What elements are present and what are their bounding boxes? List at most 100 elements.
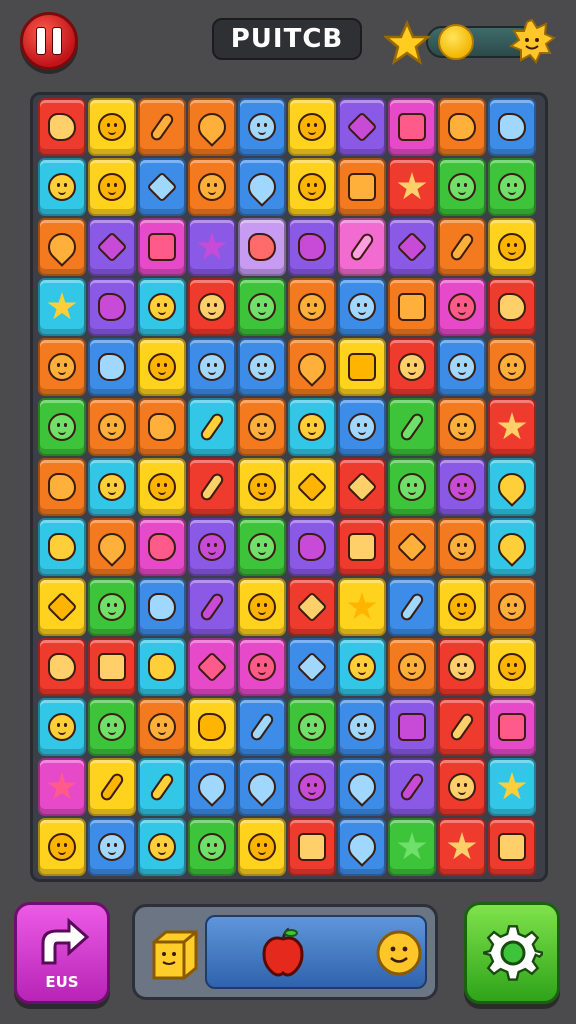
board-tile[interactable] xyxy=(488,158,536,216)
board-tile[interactable] xyxy=(188,818,236,876)
board-tile[interactable] xyxy=(488,818,536,876)
board-tile[interactable] xyxy=(338,758,386,816)
board-tile[interactable] xyxy=(138,398,186,456)
board-tile[interactable] xyxy=(238,578,286,636)
board-tile[interactable] xyxy=(438,338,486,396)
board-tile[interactable] xyxy=(188,638,236,696)
board-tile[interactable] xyxy=(288,398,336,456)
board-tile[interactable] xyxy=(188,398,236,456)
board-tile[interactable] xyxy=(188,458,236,516)
board-tile[interactable] xyxy=(488,278,536,336)
board-tile[interactable] xyxy=(38,518,86,576)
tray-slot-3[interactable] xyxy=(369,923,429,983)
board-tile[interactable] xyxy=(238,158,286,216)
board-tile[interactable] xyxy=(138,518,186,576)
board-tile[interactable] xyxy=(238,278,286,336)
board-tile[interactable] xyxy=(288,338,336,396)
board-tile[interactable] xyxy=(438,698,486,756)
board-tile[interactable] xyxy=(38,278,86,336)
board-tile[interactable] xyxy=(188,278,236,336)
board-tile[interactable] xyxy=(438,818,486,876)
board-tile[interactable] xyxy=(288,278,336,336)
board-tile[interactable] xyxy=(38,758,86,816)
board-tile[interactable] xyxy=(488,578,536,636)
board-tile[interactable] xyxy=(238,398,286,456)
board-tile[interactable] xyxy=(388,518,436,576)
board-tile[interactable] xyxy=(288,818,336,876)
board-tile[interactable] xyxy=(288,98,336,156)
board-tile[interactable] xyxy=(238,638,286,696)
board-tile[interactable] xyxy=(88,698,136,756)
board-tile[interactable] xyxy=(438,398,486,456)
board-tile[interactable] xyxy=(388,818,436,876)
board-tile[interactable] xyxy=(88,158,136,216)
tray-slot-1[interactable] xyxy=(145,921,205,987)
board-tile[interactable] xyxy=(488,698,536,756)
board-tile[interactable] xyxy=(438,158,486,216)
board-tile[interactable] xyxy=(238,338,286,396)
board-tile[interactable] xyxy=(88,458,136,516)
board-tile[interactable] xyxy=(488,218,536,276)
board-tile[interactable] xyxy=(138,278,186,336)
board-tile[interactable] xyxy=(88,638,136,696)
board-tile[interactable] xyxy=(488,398,536,456)
board-tile[interactable] xyxy=(438,458,486,516)
board-tile[interactable] xyxy=(488,758,536,816)
board-tile[interactable] xyxy=(88,818,136,876)
board-tile[interactable] xyxy=(388,578,436,636)
board-tile[interactable] xyxy=(388,698,436,756)
board-tile[interactable] xyxy=(188,518,236,576)
board-tile[interactable] xyxy=(488,338,536,396)
board-tile[interactable] xyxy=(138,578,186,636)
board-tile[interactable] xyxy=(138,98,186,156)
board-tile[interactable] xyxy=(188,758,236,816)
board-tile[interactable] xyxy=(388,458,436,516)
board-tile[interactable] xyxy=(388,278,436,336)
board-tile[interactable] xyxy=(388,218,436,276)
board-tile[interactable] xyxy=(438,638,486,696)
board-tile[interactable] xyxy=(238,98,286,156)
board-tile[interactable] xyxy=(238,458,286,516)
board-tile[interactable] xyxy=(38,98,86,156)
board-tile[interactable] xyxy=(188,698,236,756)
board-tile[interactable] xyxy=(388,638,436,696)
board-tile[interactable] xyxy=(388,158,436,216)
board-tile[interactable] xyxy=(488,638,536,696)
board-tile[interactable] xyxy=(238,218,286,276)
board-tile[interactable] xyxy=(488,98,536,156)
board-tile[interactable] xyxy=(88,218,136,276)
board-tile[interactable] xyxy=(338,338,386,396)
board-tile[interactable] xyxy=(138,698,186,756)
board-tile[interactable] xyxy=(188,578,236,636)
board-tile[interactable] xyxy=(288,518,336,576)
board-tile[interactable] xyxy=(88,578,136,636)
board-tile[interactable] xyxy=(438,518,486,576)
board-tile[interactable] xyxy=(38,158,86,216)
board-tile[interactable] xyxy=(338,458,386,516)
board-tile[interactable] xyxy=(288,458,336,516)
board-tile[interactable] xyxy=(238,518,286,576)
board-tile[interactable] xyxy=(338,278,386,336)
back-button[interactable]: EUS xyxy=(14,902,110,1004)
board-tile[interactable] xyxy=(38,338,86,396)
board-tile[interactable] xyxy=(438,218,486,276)
board-tile[interactable] xyxy=(38,818,86,876)
settings-button[interactable] xyxy=(464,902,560,1004)
board-tile[interactable] xyxy=(88,98,136,156)
board-tile[interactable] xyxy=(188,98,236,156)
board-tile[interactable] xyxy=(88,758,136,816)
board-tile[interactable] xyxy=(388,338,436,396)
board-tile[interactable] xyxy=(388,758,436,816)
board-tile[interactable] xyxy=(38,398,86,456)
board-tile[interactable] xyxy=(338,218,386,276)
board-tile[interactable] xyxy=(38,458,86,516)
board-tile[interactable] xyxy=(38,578,86,636)
board-tile[interactable] xyxy=(88,398,136,456)
board-tile[interactable] xyxy=(138,818,186,876)
board-tile[interactable] xyxy=(288,638,336,696)
board-tile[interactable] xyxy=(388,98,436,156)
board-tile[interactable] xyxy=(238,758,286,816)
board-tile[interactable] xyxy=(438,758,486,816)
board-tile[interactable] xyxy=(188,158,236,216)
board-tile[interactable] xyxy=(138,158,186,216)
